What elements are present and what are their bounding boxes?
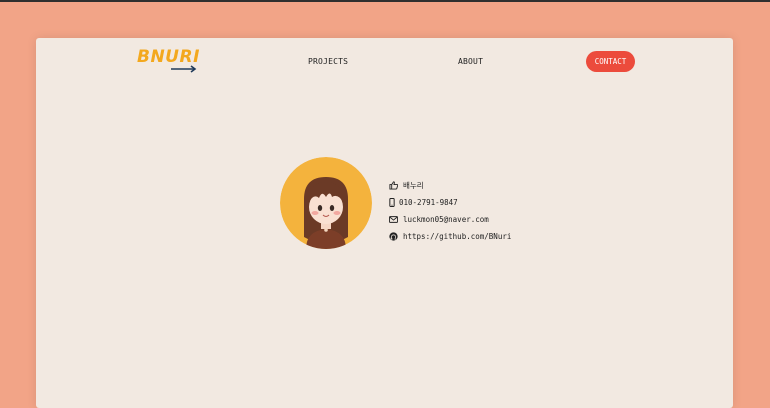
phone-icon bbox=[389, 198, 395, 207]
profile-phone: 010-2791-9847 bbox=[399, 198, 458, 207]
github-icon bbox=[389, 232, 398, 241]
profile-github[interactable]: https://github.com/BNuri bbox=[403, 232, 511, 241]
nav-projects[interactable]: PROJECTS bbox=[308, 57, 348, 66]
avatar bbox=[280, 157, 372, 249]
nav-about[interactable]: ABOUT bbox=[458, 57, 483, 66]
profile-email[interactable]: luckmon05@naver.com bbox=[403, 215, 489, 224]
name-row: 배누리 bbox=[389, 177, 511, 194]
page-card: BNURI PROJECTS ABOUT CONTACT 배누리 010-279… bbox=[36, 38, 733, 408]
contact-button[interactable]: CONTACT bbox=[586, 51, 635, 72]
github-row: https://github.com/BNuri bbox=[389, 228, 511, 245]
window-top-border bbox=[0, 0, 770, 2]
arrow-right-icon bbox=[171, 65, 197, 73]
email-row: luckmon05@naver.com bbox=[389, 211, 511, 228]
profile-info: 배누리 010-2791-9847 luckmon05@naver.com ht… bbox=[389, 177, 511, 245]
phone-row: 010-2791-9847 bbox=[389, 194, 511, 211]
mail-icon bbox=[389, 215, 398, 224]
logo[interactable]: BNURI bbox=[137, 47, 200, 67]
hand-pointer-icon bbox=[389, 181, 398, 190]
profile-name: 배누리 bbox=[403, 181, 424, 190]
